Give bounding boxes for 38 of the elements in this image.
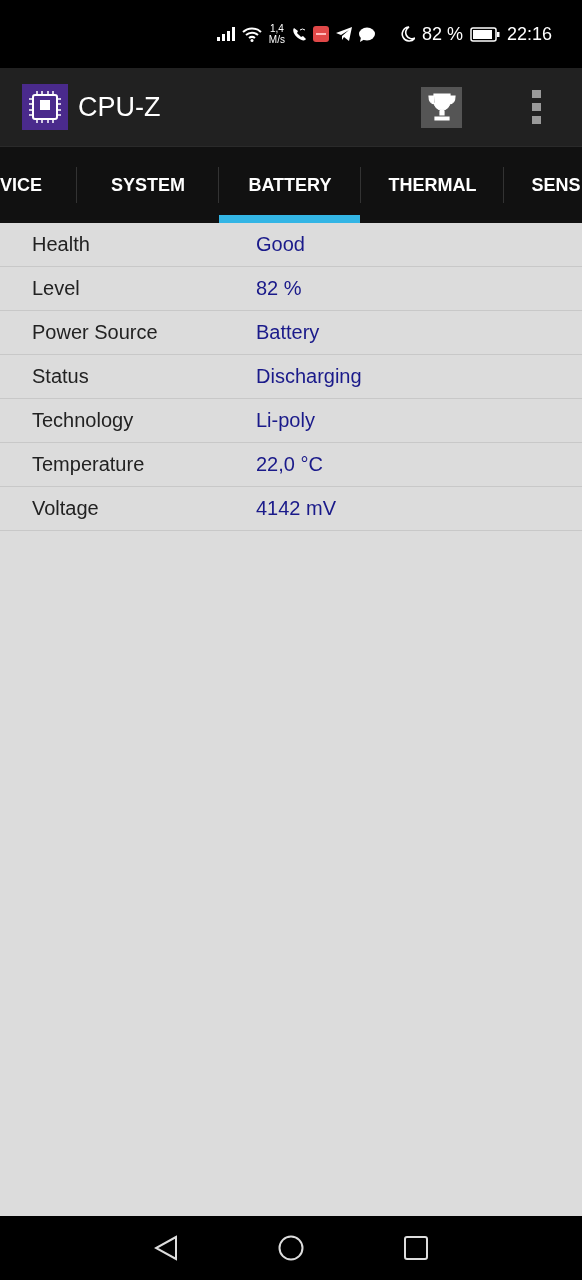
more-options-button[interactable] <box>532 90 542 124</box>
back-icon[interactable] <box>154 1235 178 1261</box>
property-value: 82 % <box>256 277 302 300</box>
property-label: Technology <box>31 409 135 432</box>
trophy-button[interactable] <box>421 86 462 128</box>
battery-icon <box>469 26 500 42</box>
signal-icon <box>216 27 235 41</box>
property-label: Voltage <box>31 497 100 520</box>
property-value: 22,0 °C <box>256 453 323 476</box>
wifi-icon <box>241 26 262 42</box>
property-value: Li-poly <box>256 409 315 432</box>
tab[interactable]: THERMAL <box>361 147 504 223</box>
property-label: Health <box>31 233 91 256</box>
app-notification-icon <box>312 26 329 42</box>
app-title: CPU-Z <box>78 91 161 123</box>
property-label: Power Source <box>31 321 159 344</box>
property-label: Temperature <box>31 453 146 476</box>
speed-unit: M/s <box>268 34 285 45</box>
property-value: Discharging <box>256 365 362 388</box>
chat-bubble-icon <box>358 26 375 42</box>
recents-icon[interactable] <box>404 1236 428 1260</box>
property-value: 4142 mV <box>256 497 337 520</box>
wifi-calling-icon <box>291 27 306 41</box>
network-speed: 1,4 <box>269 23 284 34</box>
tab[interactable]: SENS <box>504 147 582 223</box>
chip-icon <box>22 84 68 130</box>
tab[interactable]: BATTERY <box>219 147 361 223</box>
tab[interactable]: SYSTEM <box>77 147 219 223</box>
property-label: Status <box>31 365 90 388</box>
property-value: Battery <box>256 321 320 344</box>
paper-plane-icon <box>335 27 352 41</box>
tab[interactable]: VICE <box>0 147 77 223</box>
home-icon[interactable] <box>278 1235 304 1261</box>
moon-icon <box>400 26 415 42</box>
property-label: Level <box>31 277 81 300</box>
property-value: Good <box>256 233 305 256</box>
clock: 22:16 <box>506 23 552 45</box>
battery-percent: 82 % <box>421 23 463 45</box>
